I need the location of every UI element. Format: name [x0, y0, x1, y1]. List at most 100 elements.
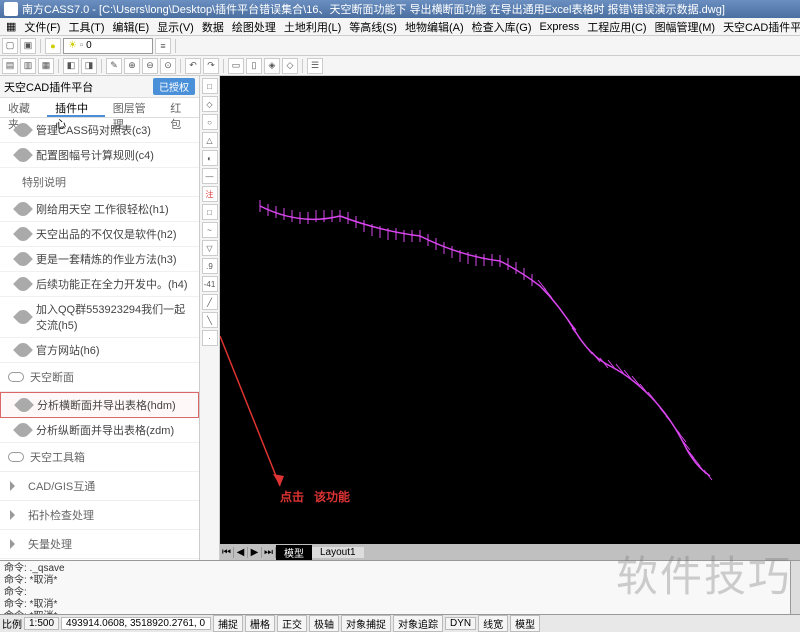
vtool-button[interactable]: □ [202, 78, 218, 94]
leaf-icon [13, 249, 33, 269]
vtool-button[interactable]: ~ [202, 222, 218, 238]
status-toggle[interactable]: 极轴 [309, 615, 339, 632]
vtool-button[interactable]: — [202, 168, 218, 184]
menu-item[interactable]: 天空CAD插件平台1.3.9.1 [719, 19, 800, 35]
tab-prev-icon[interactable]: ◀ [234, 547, 248, 558]
status-toggle[interactable]: 栅格 [245, 615, 275, 632]
menu-item[interactable]: 绘图处理 [228, 19, 280, 35]
menu-item[interactable]: 编辑(E) [109, 19, 154, 35]
menu-item[interactable]: 检查入库(G) [468, 19, 536, 35]
zoom-icon[interactable]: ⊕ [124, 58, 140, 74]
tab-model[interactable]: 模型 [276, 545, 312, 560]
sidebar-category[interactable]: 拓扑检查处理 [0, 501, 199, 530]
zoom-icon[interactable]: ⊖ [142, 58, 158, 74]
undo-icon[interactable]: ↶ [185, 58, 201, 74]
tool-icon[interactable]: ▤ [2, 58, 18, 74]
redo-icon[interactable]: ↷ [203, 58, 219, 74]
sidebar-tab[interactable]: 红包 [162, 98, 199, 117]
menu-item[interactable]: 土地利用(L) [280, 19, 345, 35]
tab-first-icon[interactable]: ⏮ [220, 547, 234, 558]
sidebar-body: 管理CASS码对照表(c3)配置图幅号计算规则(c4)特别说明刚给用天空 工作很… [0, 118, 199, 560]
sidebar-item[interactable]: 刚给用天空 工作很轻松(h1) [0, 197, 199, 222]
vtool-button[interactable]: ◐ [202, 150, 218, 166]
sidebar-item[interactable]: 管理CASS码对照表(c3) [0, 118, 199, 143]
tool-icon[interactable]: ◈ [264, 58, 280, 74]
sidebar-category[interactable]: 天空工具箱 [0, 443, 199, 472]
zoom-icon[interactable]: ⊙ [160, 58, 176, 74]
tab-next-icon[interactable]: ▶ [248, 547, 262, 558]
menu-item[interactable]: 显示(V) [153, 19, 198, 35]
tool-icon[interactable]: ▭ [228, 58, 244, 74]
status-toggle[interactable]: DYN [445, 617, 476, 630]
tab-last-icon[interactable]: ⏭ [262, 547, 276, 558]
menu-item[interactable]: 等高线(S) [345, 19, 401, 35]
tool-icon[interactable]: ▦ [38, 58, 54, 74]
sidebar-category[interactable]: 矢量处理 [0, 530, 199, 559]
vtool-button[interactable]: · [202, 330, 218, 346]
auth-badge[interactable]: 已授权 [153, 78, 195, 95]
menu-item[interactable]: 地物编辑(A) [401, 19, 468, 35]
sidebar-item[interactable]: 分析纵断面并导出表格(zdm) [0, 418, 199, 443]
vtool-button[interactable]: .9 [202, 258, 218, 274]
tool-icon[interactable]: ▥ [20, 58, 36, 74]
item-label: 分析纵断面并导出表格(zdm) [36, 422, 174, 438]
vtool-button[interactable]: ╱ [202, 294, 218, 310]
sidebar-category[interactable]: 特别说明 [0, 168, 199, 197]
status-toggle[interactable]: 正交 [277, 615, 307, 632]
menu-item[interactable]: Express [536, 21, 584, 33]
drawing-viewport[interactable]: 点击 该功能 ⏮ ◀ ▶ ⏭ 模型 Layout1 [220, 76, 800, 560]
sidebar-category[interactable]: CAD/GIS互通 [0, 472, 199, 501]
category-label: 矢量处理 [28, 536, 72, 552]
menu-item[interactable]: 图幅管理(M) [651, 19, 720, 35]
status-toggle[interactable]: 模型 [510, 615, 540, 632]
sidebar-category[interactable]: 天空断面 [0, 363, 199, 392]
new-icon[interactable]: ▢ [2, 38, 18, 54]
status-toggle[interactable]: 对象追踪 [393, 615, 443, 632]
layer-props-icon[interactable]: ≡ [155, 38, 171, 54]
bulb-icon[interactable]: ● [45, 38, 61, 54]
leaf-icon [14, 395, 34, 415]
sidebar-item[interactable]: 多段线拓扑重构(tpcg) [0, 559, 199, 560]
sidebar-item[interactable]: 官方网站(h6) [0, 338, 199, 363]
open-icon[interactable]: ▣ [20, 38, 36, 54]
tool-icon[interactable]: ☰ [307, 58, 323, 74]
tab-layout[interactable]: Layout1 [312, 547, 364, 558]
tool-icon[interactable]: ▯ [246, 58, 262, 74]
vtool-button[interactable]: ╲ [202, 312, 218, 328]
app-menu-icon[interactable]: ▦ [2, 20, 20, 33]
vtool-button[interactable]: ◇ [202, 96, 218, 112]
menu-item[interactable]: 工程应用(C) [583, 19, 650, 35]
pencil-icon[interactable]: ✎ [106, 58, 122, 74]
tool-icon[interactable]: ◧ [63, 58, 79, 74]
vtool-button[interactable]: 注 [202, 186, 218, 202]
vtool-button[interactable]: -41 [202, 276, 218, 292]
layer-selector[interactable]: ☀ ▫ 0 [63, 38, 153, 54]
sidebar-item[interactable]: 天空出品的不仅仅是软件(h2) [0, 222, 199, 247]
sidebar-tab[interactable]: 插件中心 [47, 98, 105, 117]
leaf-icon [13, 307, 33, 327]
tool-icon[interactable]: ◨ [81, 58, 97, 74]
scale-value[interactable]: 1:500 [24, 617, 59, 630]
item-label: 后续功能正在全力开发中。(h4) [36, 276, 188, 292]
vtool-button[interactable]: □ [202, 204, 218, 220]
vtool-button[interactable]: ○ [202, 114, 218, 130]
sidebar-item[interactable]: 后续功能正在全力开发中。(h4) [0, 272, 199, 297]
sidebar-item[interactable]: 配置图幅号计算规则(c4) [0, 143, 199, 168]
menu-item[interactable]: 数据 [198, 19, 228, 35]
sidebar-item[interactable]: 加入QQ群553923294我们一起交流(h5) [0, 297, 199, 338]
vtool-button[interactable]: △ [202, 132, 218, 148]
menu-item[interactable]: 工具(T) [64, 19, 108, 35]
status-toggle[interactable]: 线宽 [478, 615, 508, 632]
command-resize-handle[interactable] [790, 561, 800, 614]
title-bar: 南方CASS7.0 - [C:\Users\long\Desktop\插件平台错… [0, 0, 800, 18]
tool-icon[interactable]: ◇ [282, 58, 298, 74]
menu-item[interactable]: 文件(F) [20, 19, 64, 35]
sidebar-tab[interactable]: 图层管理 [105, 98, 163, 117]
vtool-button[interactable]: ▽ [202, 240, 218, 256]
sidebar-item[interactable]: 更是一套精炼的作业方法(h3) [0, 247, 199, 272]
sidebar-tab[interactable]: 收藏夹 [0, 98, 47, 117]
status-toggle[interactable]: 对象捕捉 [341, 615, 391, 632]
sidebar-item[interactable]: 分析横断面并导出表格(hdm) [0, 392, 199, 418]
command-history[interactable]: 命令: ._qsave命令: *取消*命令:命令: *取消*命令: *取消*命令… [0, 561, 790, 614]
status-toggle[interactable]: 捕捉 [213, 615, 243, 632]
